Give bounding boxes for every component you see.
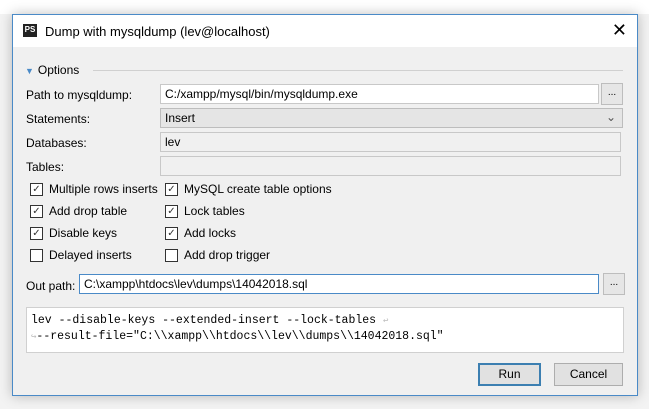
section-label: Options: [37, 63, 80, 77]
divider: [93, 70, 623, 71]
checkmark-icon[interactable]: ✓: [30, 182, 43, 196]
app-icon: PS: [23, 24, 37, 37]
checkmark-icon[interactable]: ✓: [165, 226, 178, 240]
checkbox-label: Multiple rows inserts: [49, 182, 158, 196]
checkbox-label: Add drop table: [49, 204, 128, 218]
dialog-title: Dump with mysqldump (lev@localhost): [45, 24, 270, 39]
checkbox-multiple-rows-inserts[interactable]: ✓ Multiple rows inserts: [30, 182, 158, 196]
statements-label: Statements:: [26, 112, 91, 126]
checkmark-icon[interactable]: ✓: [30, 204, 43, 218]
checkbox-lock-tables[interactable]: ✓ Lock tables: [165, 204, 245, 218]
command-preview[interactable]: lev --disable-keys --extended-insert --l…: [26, 307, 624, 353]
chevron-down-icon: ⌄: [605, 110, 616, 124]
command-line-2: --result-file="C:\\xampp\\htdocs\\lev\\d…: [36, 330, 444, 343]
statements-select[interactable]: Insert ⌄: [160, 108, 623, 128]
checkbox-add-drop-trigger[interactable]: Add drop trigger: [165, 248, 270, 262]
tables-input[interactable]: [160, 156, 621, 176]
triangle-down-icon: ▼: [25, 66, 34, 76]
path-label: Path to mysqldump:: [26, 88, 133, 102]
statements-value: Insert: [165, 111, 196, 125]
background-window: [0, 0, 649, 14]
run-button[interactable]: Run: [478, 363, 541, 386]
databases-input[interactable]: lev: [160, 132, 621, 152]
databases-label: Databases:: [26, 136, 87, 150]
close-icon[interactable]: ✕: [612, 20, 627, 41]
command-line-1: lev --disable-keys --extended-insert --l…: [31, 314, 377, 327]
checkbox-box[interactable]: [165, 248, 178, 262]
checkbox-label: Delayed inserts: [49, 248, 132, 262]
cancel-button[interactable]: Cancel: [554, 363, 623, 386]
checkbox-label: Add locks: [184, 226, 237, 240]
out-path-label: Out path:: [26, 279, 76, 293]
checkbox-add-drop-table[interactable]: ✓ Add drop table: [30, 204, 127, 218]
checkmark-icon[interactable]: ✓: [30, 226, 43, 240]
checkbox-label: Lock tables: [184, 204, 245, 218]
checkbox-box[interactable]: [30, 248, 43, 262]
checkbox-add-locks[interactable]: ✓ Add locks: [165, 226, 236, 240]
checkbox-disable-keys[interactable]: ✓ Disable keys: [30, 226, 117, 240]
checkbox-delayed-inserts[interactable]: Delayed inserts: [30, 248, 132, 262]
checkbox-label: Disable keys: [49, 226, 118, 240]
options-section-toggle[interactable]: ▼ Options: [25, 63, 79, 77]
checkbox-label: MySQL create table options: [184, 182, 332, 196]
checkbox-label: Add drop trigger: [184, 248, 271, 262]
checkbox-mysql-create-table-options[interactable]: ✓ MySQL create table options: [165, 182, 332, 196]
dump-dialog: PS Dump with mysqldump (lev@localhost) ✕…: [12, 14, 638, 396]
wrap-icon: ↩: [382, 316, 389, 326]
checkmark-icon[interactable]: ✓: [165, 182, 178, 196]
path-browse-button[interactable]: ...: [601, 83, 623, 105]
out-path-browse-button[interactable]: ...: [603, 273, 625, 295]
checkmark-icon[interactable]: ✓: [165, 204, 178, 218]
title-bar: PS Dump with mysqldump (lev@localhost) ✕: [13, 15, 637, 47]
tables-label: Tables:: [26, 160, 65, 174]
out-path-input[interactable]: C:\xampp\htdocs\lev\dumps\14042018.sql: [79, 274, 599, 294]
path-input[interactable]: C:/xampp/mysql/bin/mysqldump.exe: [160, 84, 599, 104]
